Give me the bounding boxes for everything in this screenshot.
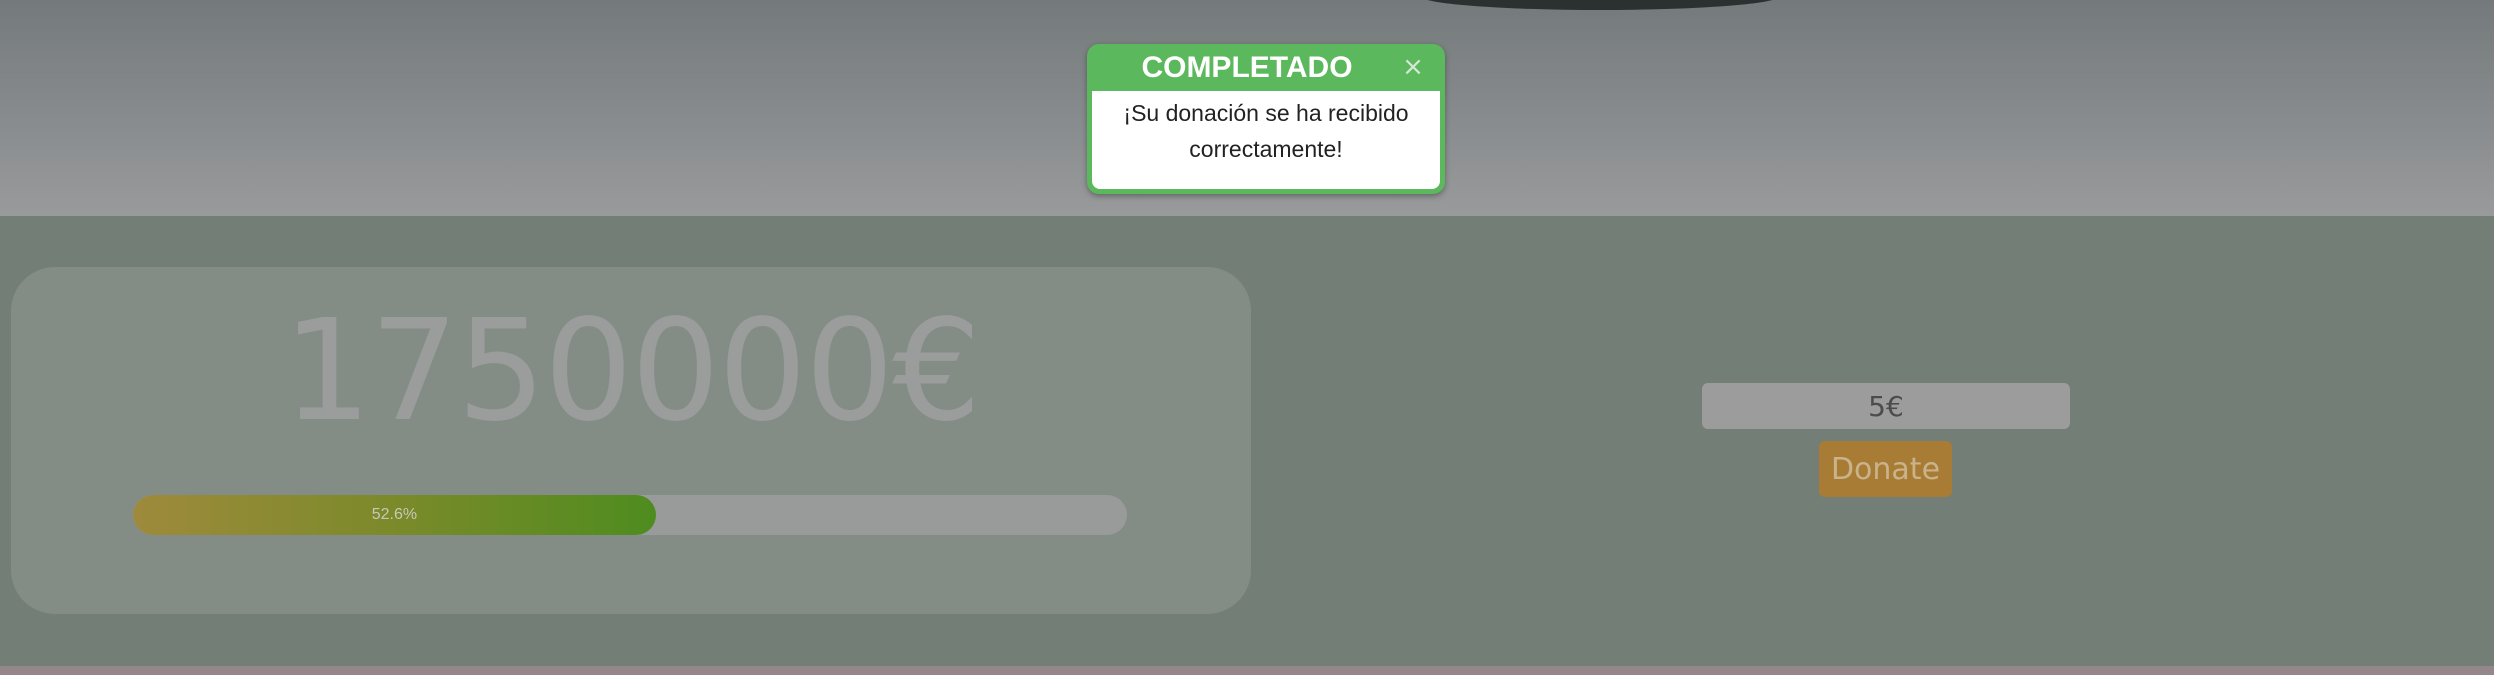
close-icon[interactable]: × (1401, 54, 1425, 80)
donation-amount-input[interactable] (1702, 383, 2070, 429)
progress-label: 52.6% (371, 506, 418, 523)
progress-fill: 52.6% (133, 495, 656, 535)
donate-button[interactable]: Donate (1819, 441, 1952, 497)
success-notification: COMPLETADO × ¡Su donación se ha recibido… (1087, 44, 1445, 194)
hero-image-shape (1420, 0, 1780, 10)
notification-body: ¡Su donación se ha recibido correctament… (1092, 91, 1440, 189)
progress-bar: 52.6% (133, 495, 1127, 535)
notification-message: ¡Su donación se ha recibido correctament… (1123, 100, 1409, 162)
footer-strip (0, 666, 2494, 675)
goal-amount: 1750000€ (282, 290, 982, 453)
goal-card: 1750000€ 52.6% (11, 267, 1251, 614)
notification-title: COMPLETADO (1141, 51, 1353, 84)
